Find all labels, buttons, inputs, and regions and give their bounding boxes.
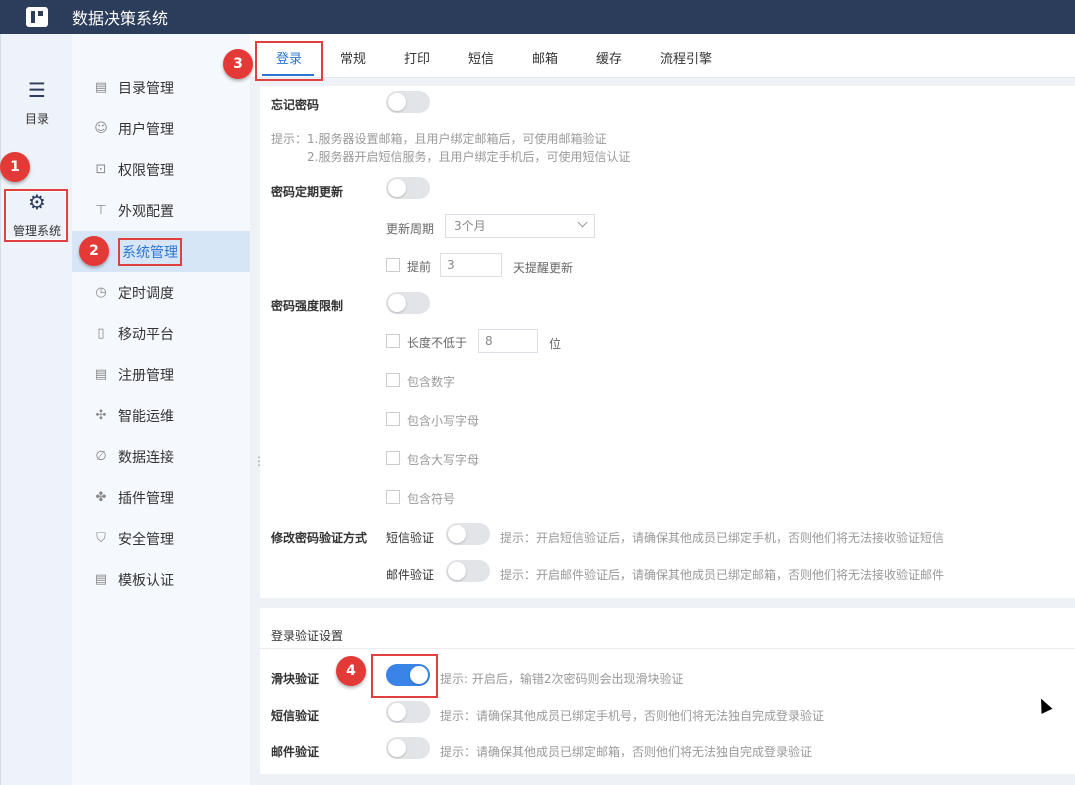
symbol-checkbox[interactable]	[386, 490, 400, 504]
password-expiry-label: 密码定期更新	[271, 185, 344, 199]
paperclip-icon: ∅	[95, 448, 107, 464]
uppercase-checkbox[interactable]	[386, 451, 400, 465]
mail-verify-toggle[interactable]	[386, 737, 430, 759]
tab-login[interactable]: 登录	[276, 48, 302, 67]
mobile-icon: ▯	[97, 325, 105, 341]
secondary-nav: ▤ 目录管理 ☺ 用户管理 ⊡ 权限管理 ⊤ 外观配置 系统管理 ◷ 定时调度 ▯ 移动平台…	[72, 34, 250, 785]
password-strength-label: 密码强度限制	[271, 299, 344, 313]
advance-suffix: 天提醒更新	[513, 261, 574, 275]
step-badge-1: 1	[0, 152, 30, 182]
update-period-label: 更新周期	[386, 222, 435, 236]
mail-verify-hint: 提示：请确保其他成员已绑定邮箱，否则他们将无法独自完成登录验证	[440, 745, 813, 759]
advance-label: 提前	[407, 260, 432, 274]
tab-active-underline	[262, 74, 314, 76]
modify-mail-label: 邮件验证	[386, 568, 435, 582]
forgot-password-toggle[interactable]	[386, 91, 430, 113]
rail-item-label: 目录	[24, 112, 49, 126]
app-logo-icon	[26, 7, 48, 27]
login-verify-panel: 登录验证设置 滑块验证 提示: 开启后，输错2次密码则会出现滑块验证 短信验证 …	[260, 608, 1075, 774]
min-length-checkbox[interactable]	[386, 334, 400, 348]
chevron-down-icon	[577, 217, 588, 228]
password-expiry-toggle[interactable]	[386, 177, 430, 199]
min-length-label: 长度不低于	[407, 336, 468, 350]
template-icon: ▤	[94, 571, 108, 587]
modify-sms-label: 短信验证	[386, 531, 435, 545]
slider-verify-toggle[interactable]	[386, 664, 430, 686]
subnav-item-appearance[interactable]: ⊤ 外观配置	[72, 190, 250, 231]
subnav-item-schedule[interactable]: ◷ 定时调度	[72, 272, 250, 313]
timer-icon: ◷	[95, 284, 107, 300]
password-settings-panel: 忘记密码 提示：1.服务器设置邮箱，且用户绑定邮箱后，可使用邮箱验证 2.服务器…	[260, 86, 1075, 598]
top-header: 数据决策系统	[0, 0, 1075, 34]
subnav-item-template-auth[interactable]: ▤ 模板认证	[72, 559, 250, 600]
slider-verify-hint: 提示: 开启后，输错2次密码则会出现滑块验证	[440, 672, 684, 686]
subnav-item-catalog[interactable]: ▤ 目录管理	[72, 67, 250, 108]
digits-checkbox[interactable]	[386, 373, 400, 387]
advance-reminder-checkbox[interactable]	[386, 258, 400, 272]
subnav-item-security[interactable]: ⛉ 安全管理	[72, 518, 250, 559]
subnav-item-users[interactable]: ☺ 用户管理	[72, 108, 250, 149]
slider-verify-label: 滑块验证	[271, 672, 320, 686]
lowercase-checkbox[interactable]	[386, 412, 400, 426]
modify-password-verify-label: 修改密码验证方式	[271, 531, 368, 545]
modify-sms-hint: 提示：开启短信验证后，请确保其他成员已绑定手机，否则他们将无法接收验证短信	[500, 531, 945, 545]
mail-verify-label: 邮件验证	[271, 745, 320, 759]
tab-mailbox[interactable]: 邮箱	[532, 48, 558, 67]
subnav-item-register[interactable]: ▤ 注册管理	[72, 354, 250, 395]
min-length-input[interactable]: 8	[478, 329, 538, 353]
tab-sms[interactable]: 短信	[468, 48, 494, 67]
sms-verify-hint: 提示：请确保其他成员已绑定手机号，否则他们将无法独自完成登录验证	[440, 709, 825, 723]
min-length-unit: 位	[549, 337, 562, 351]
register-icon: ▤	[94, 366, 108, 382]
main-content: 登录 常规 打印 短信 邮箱 缓存 流程引擎 ⋮ 忘记密码 提示：1.服务器设置…	[250, 34, 1075, 785]
modify-sms-toggle[interactable]	[446, 523, 490, 545]
login-verify-title: 登录验证设置	[271, 629, 344, 643]
list-icon: ☰	[28, 78, 46, 102]
rail-item-catalog[interactable]: ☰ 目录	[1, 78, 73, 127]
lowercase-label: 包含小写字母	[407, 414, 480, 428]
section-divider	[260, 648, 1075, 649]
puzzle-icon: ✤	[95, 489, 107, 505]
tab-workflow-engine[interactable]: 流程引擎	[660, 48, 712, 67]
step-badge-2: 2	[79, 236, 109, 266]
sms-verify-label: 短信验证	[271, 709, 320, 723]
modify-mail-toggle[interactable]	[446, 560, 490, 582]
sms-verify-toggle[interactable]	[386, 701, 430, 723]
admin-highlight-box	[4, 189, 68, 242]
subnav-item-data-connection[interactable]: ∅ 数据连接	[72, 436, 250, 477]
subnav-item-mobile[interactable]: ▯ 移动平台	[72, 313, 250, 354]
password-strength-toggle[interactable]	[386, 292, 430, 314]
catalog-icon: ▤	[94, 79, 108, 95]
update-period-value: 3个月	[454, 219, 486, 233]
update-period-select[interactable]: 3个月	[445, 214, 595, 238]
subnav-item-permissions[interactable]: ⊡ 权限管理	[72, 149, 250, 190]
primary-nav-rail: ☰ 目录 ⚙ 管理系统	[0, 34, 72, 785]
shield-icon: ⛉	[96, 530, 106, 546]
lock-icon: ⊡	[95, 161, 107, 177]
tab-general[interactable]: 常规	[340, 48, 366, 67]
subnav-item-ops[interactable]: ✣ 智能运维	[72, 395, 250, 436]
forgot-password-hint-1: 提示：1.服务器设置邮箱，且用户绑定邮箱后，可使用邮箱验证	[271, 132, 607, 146]
uppercase-label: 包含大写字母	[407, 453, 480, 467]
advance-days-input[interactable]: 3	[440, 253, 502, 277]
forgot-password-label: 忘记密码	[271, 98, 320, 112]
network-icon: ✣	[95, 407, 107, 423]
app-title: 数据决策系统	[72, 9, 169, 28]
paint-roller-icon: ⊤	[95, 202, 107, 218]
step-badge-3: 3	[223, 49, 253, 79]
symbol-label: 包含符号	[407, 492, 456, 506]
settings-tabs: 登录 常规 打印 短信 邮箱 缓存 流程引擎	[250, 34, 1075, 81]
subnav-item-plugins[interactable]: ✤ 插件管理	[72, 477, 250, 518]
digits-label: 包含数字	[407, 375, 456, 389]
forgot-password-hint-2: 2.服务器开启短信服务，且用户绑定手机后，可使用短信认证	[307, 150, 631, 164]
user-icon: ☺	[94, 120, 108, 136]
modify-mail-hint: 提示：开启邮件验证后，请确保其他成员已绑定邮箱，否则他们将无法接收验证邮件	[500, 568, 945, 582]
tab-print[interactable]: 打印	[404, 48, 430, 67]
step-badge-4: 4	[336, 656, 366, 686]
tab-cache[interactable]: 缓存	[596, 48, 622, 67]
